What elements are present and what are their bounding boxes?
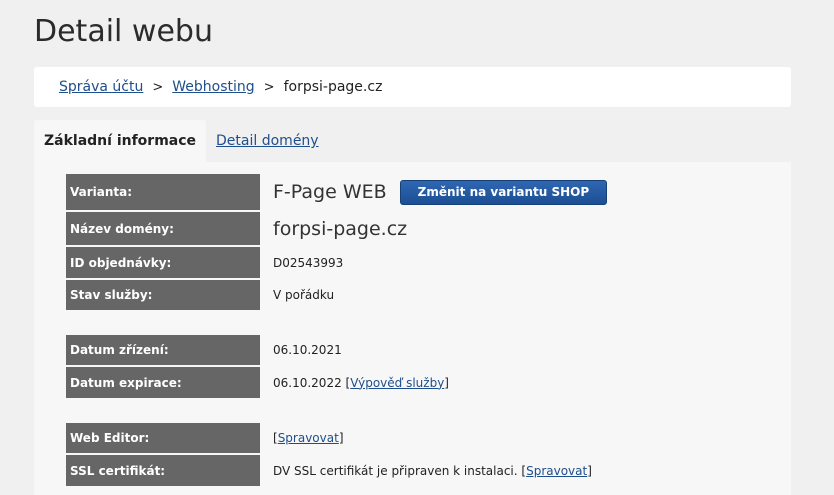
- created-value: 06.10.2021: [273, 343, 342, 357]
- page-title: Detail webu: [34, 14, 213, 49]
- expiration-value-cell: 06.10.2022 [Výpověď služby]: [273, 375, 449, 390]
- domain-label: Název domény:: [66, 212, 260, 245]
- web-editor-manage-link[interactable]: Spravovat: [278, 431, 339, 445]
- breadcrumb-current: forpsi-page.cz: [283, 79, 383, 95]
- tab-basic-info[interactable]: Základní informace: [34, 120, 207, 162]
- status-value: V pořádku: [273, 288, 335, 302]
- detail-panel: Varianta: F-Page WEB Změnit na variantu …: [34, 162, 791, 495]
- ssl-label: SSL certifikát:: [66, 455, 260, 486]
- ssl-manage-link[interactable]: Spravovat: [526, 464, 587, 478]
- order-id-label: ID objednávky:: [66, 247, 260, 278]
- breadcrumb-link-webhosting[interactable]: Webhosting: [172, 79, 254, 95]
- chevron-right-icon: >: [152, 79, 164, 95]
- detail-row-web-editor: Web Editor: [Spravovat]: [66, 423, 344, 453]
- detail-row-order-id: ID objednávky: D02543993: [66, 247, 343, 278]
- created-label: Datum zřízení:: [66, 335, 260, 365]
- expiration-label: Datum expirace:: [66, 367, 260, 398]
- breadcrumb-link-account[interactable]: Správa účtu: [59, 79, 143, 95]
- tab-domain-detail[interactable]: Detail domény: [206, 120, 329, 162]
- web-editor-label: Web Editor:: [66, 423, 260, 453]
- cancel-service-link[interactable]: Výpověď služby: [350, 376, 444, 390]
- domain-value: forpsi-page.cz: [273, 217, 408, 240]
- web-editor-value-cell: [Spravovat]: [273, 431, 344, 445]
- change-variant-button[interactable]: Změnit na variantu SHOP: [399, 179, 608, 205]
- detail-row-domain: Název domény: forpsi-page.cz: [66, 212, 407, 245]
- detail-row-expiration: Datum expirace: 06.10.2022 [Výpověď služ…: [66, 367, 449, 398]
- ssl-value-cell: DV SSL certifikát je připraven k instala…: [273, 463, 592, 478]
- expiration-value: 06.10.2022: [273, 375, 342, 390]
- status-label: Stav služby:: [66, 280, 260, 310]
- breadcrumb: Správa účtu > Webhosting > forpsi-page.c…: [34, 67, 791, 107]
- chevron-right-icon: >: [263, 79, 275, 95]
- detail-row-ssl: SSL certifikát: DV SSL certifikát je při…: [66, 455, 592, 486]
- variant-label: Varianta:: [66, 174, 260, 210]
- detail-row-status: Stav služby: V pořádku: [66, 280, 334, 310]
- order-id-value: D02543993: [273, 255, 344, 270]
- ssl-value: DV SSL certifikát je připraven k instala…: [273, 463, 518, 478]
- detail-row-variant: Varianta: F-Page WEB Změnit na variantu …: [66, 174, 608, 210]
- tab-bar: Základní informace Detail domény: [34, 120, 329, 162]
- variant-value: F-Page WEB: [273, 181, 387, 203]
- detail-row-created: Datum zřízení: 06.10.2021: [66, 335, 342, 365]
